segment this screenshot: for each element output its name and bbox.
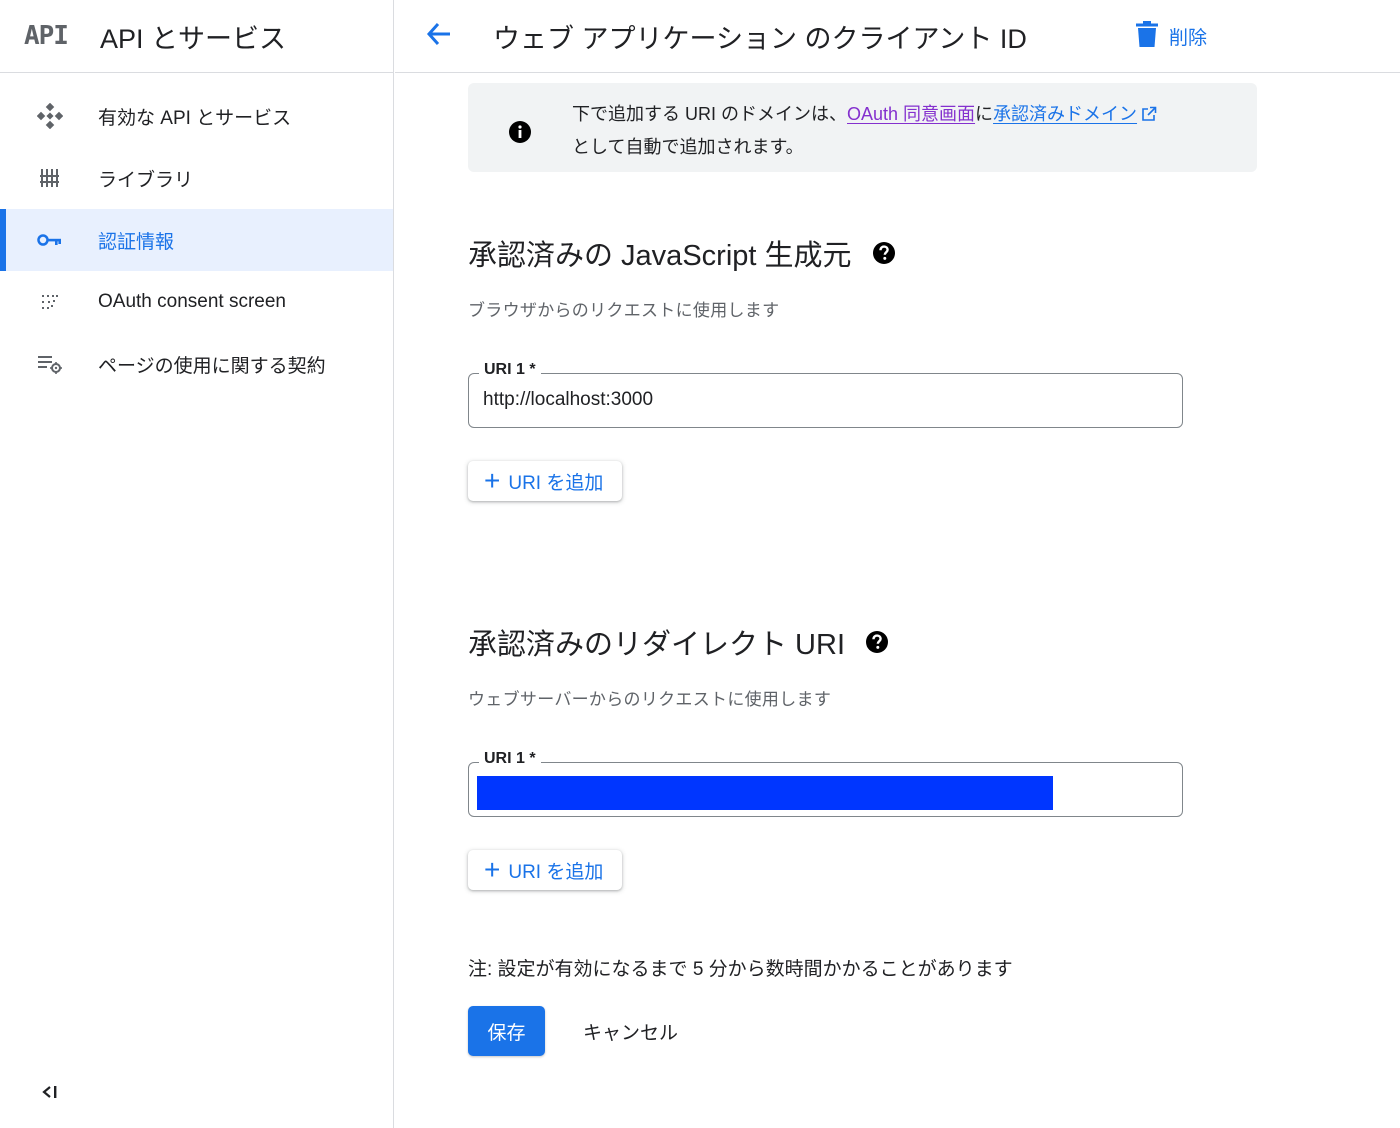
redirect-uri-field[interactable]: URI 1 * (468, 750, 1183, 817)
sidebar-item-library[interactable]: ライブラリ (0, 147, 393, 209)
sidebar-item-enabled-apis[interactable]: 有効な API とサービス (0, 85, 393, 147)
js-origin-uri-input[interactable] (483, 374, 1163, 426)
info-text: 下で追加する URI のドメインは、OAuth 同意画面に承認済みドメイン とし… (572, 99, 1157, 163)
collapse-sidebar-icon[interactable] (38, 1080, 62, 1104)
delete-label: 削除 (1169, 27, 1208, 49)
propagation-note: 注: 設定が有効になるまで 5 分から数時間かかることがあります (468, 959, 1013, 980)
sidebar: API API とサービス 有効な API とサービス ライブラリ 認証情報 O… (0, 0, 394, 1128)
plus-icon: + (484, 854, 501, 885)
sidebar-item-credentials[interactable]: 認証情報 (0, 209, 393, 271)
sidebar-item-label: ライブラリ (98, 169, 194, 191)
authorized-domains-link-text: 承認済みドメイン (993, 104, 1138, 124)
add-redirect-uri-button[interactable]: + URI を追加 (468, 850, 622, 890)
info-text-part: 下で追加する URI のドメインは、 (572, 104, 847, 124)
js-origin-uri-field: URI 1 * (468, 361, 1183, 428)
js-origins-subtitle: ブラウザからのリクエストに使用します (468, 301, 780, 320)
api-logo: API (24, 21, 69, 51)
redirect-uris-title-text: 承認済みのリダイレクト URI (468, 629, 846, 661)
back-button[interactable] (419, 16, 459, 56)
redirect-uris-title: 承認済みのリダイレクト URI (468, 621, 889, 663)
sidebar-item-label: 認証情報 (98, 231, 175, 253)
add-uri-label: URI を追加 (508, 472, 604, 494)
js-origins-title-text: 承認済みの JavaScript 生成元 (468, 240, 852, 272)
sidebar-nav: 有効な API とサービス ライブラリ 認証情報 OAuth consent s… (0, 73, 393, 395)
sidebar-item-label: OAuth consent screen (98, 291, 286, 312)
plus-icon: + (484, 465, 501, 496)
page-title: ウェブ アプリケーション のクライアント ID (493, 23, 1027, 54)
trash-icon (1135, 20, 1159, 53)
redirect-uris-subtitle: ウェブサーバーからのリクエストに使用します (468, 690, 832, 709)
delete-button[interactable]: 削除 (1135, 18, 1207, 54)
sidebar-item-oauth-consent[interactable]: OAuth consent screen (0, 271, 393, 333)
redacted-value (477, 776, 1053, 810)
sidebar-item-label: 有効な API とサービス (98, 107, 292, 129)
save-button[interactable]: 保存 (468, 1006, 545, 1056)
top-bar: ウェブ アプリケーション のクライアント ID 削除 (395, 0, 1400, 73)
sidebar-header: API API とサービス (0, 0, 393, 73)
info-text-part: に (975, 104, 994, 124)
cancel-button[interactable]: キャンセル (571, 1006, 690, 1056)
add-js-origin-uri-button[interactable]: + URI を追加 (468, 461, 622, 501)
open-in-new-icon (1141, 101, 1157, 132)
help-icon[interactable] (872, 241, 896, 265)
sidebar-item-page-usage-agreements[interactable]: ページの使用に関する契約 (0, 333, 393, 395)
sidebar-title: API とサービス (100, 23, 287, 54)
add-uri-label: URI を追加 (508, 861, 604, 883)
api-diamond-icon (36, 102, 64, 130)
settings-list-icon (36, 350, 64, 378)
library-icon (36, 164, 64, 192)
js-origins-title: 承認済みの JavaScript 生成元 (468, 232, 896, 274)
key-icon (36, 226, 64, 254)
field-label: URI 1 * (479, 750, 541, 768)
authorized-domains-link[interactable]: 承認済みドメイン (993, 104, 1157, 124)
arrow-back-icon (425, 20, 453, 53)
main-content: 下で追加する URI のドメインは、OAuth 同意画面に承認済みドメイン とし… (395, 74, 1400, 1128)
info-icon (508, 120, 532, 144)
consent-dots-icon (36, 288, 64, 316)
help-icon[interactable] (865, 630, 889, 654)
sidebar-item-label: ページの使用に関する契約 (98, 355, 326, 377)
info-banner: 下で追加する URI のドメインは、OAuth 同意画面に承認済みドメイン とし… (468, 83, 1257, 172)
oauth-consent-link[interactable]: OAuth 同意画面 (847, 104, 975, 124)
info-text-part: として自動で追加されます。 (572, 137, 804, 157)
